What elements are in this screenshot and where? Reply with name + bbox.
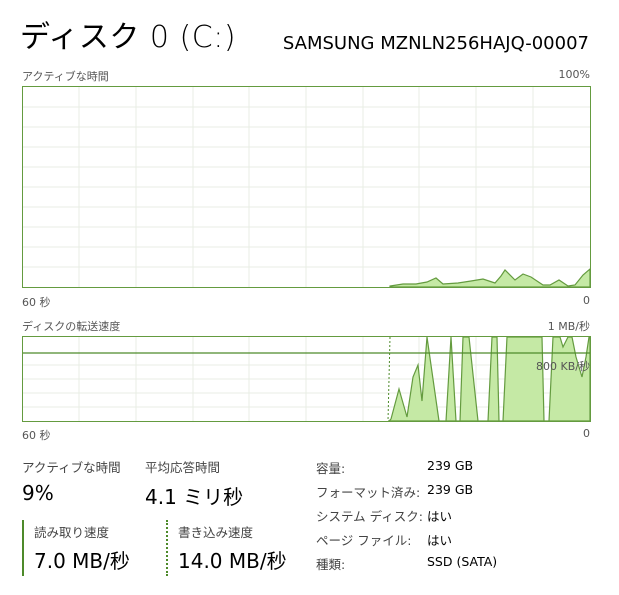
- write-speed-stat-value: 14.0 MB/秒: [178, 549, 287, 573]
- avg-response-stat-label: 平均応答時間: [145, 460, 221, 475]
- active-time-stat-label: アクティブな時間: [22, 460, 121, 475]
- transfer-rate-time-right: 0: [583, 427, 590, 440]
- info-value-system-disk: はい: [427, 509, 453, 524]
- active-time-time-left: 60 秒: [22, 296, 51, 309]
- transfer-rate-time-left: 60 秒: [22, 429, 51, 442]
- transfer-rate-reference-label: 800 KB/秒: [536, 360, 590, 373]
- transfer-rate-graph: [22, 336, 591, 422]
- avg-response-stat-value: 4.1 ミリ秒: [145, 485, 244, 509]
- disk-info-table: 容量: 239 GB フォーマット済み: 239 GB システム ディスク: は…: [316, 458, 517, 578]
- info-key-page-file: ページ ファイル:: [316, 533, 412, 548]
- info-key-system-disk: システム ディスク:: [316, 509, 423, 524]
- active-time-stat-value: 9%: [22, 481, 54, 505]
- write-speed-stat-label: 書き込み速度: [178, 525, 254, 540]
- active-time-graph-svg: [23, 87, 590, 287]
- transfer-rate-max-label: 1 MB/秒: [547, 320, 590, 333]
- active-time-graph: [22, 86, 591, 288]
- transfer-rate-graph-svg: [23, 337, 590, 421]
- transfer-rate-graph-label: ディスクの転送速度: [22, 320, 121, 333]
- active-time-graph-label: アクティブな時間: [22, 70, 109, 83]
- info-value-type: SSD (SATA): [427, 554, 498, 569]
- disk-title: ディスク 0 (C:): [20, 20, 237, 55]
- info-key-type: 種類:: [316, 557, 346, 572]
- info-value-formatted: 239 GB: [427, 482, 474, 497]
- active-time-time-right: 0: [583, 294, 590, 307]
- disk-model: SAMSUNG MZNLN256HAJQ-00007: [282, 33, 589, 54]
- read-speed-stat-label: 読み取り速度: [34, 525, 110, 540]
- info-value-capacity: 239 GB: [427, 458, 474, 473]
- write-speed-indicator: [166, 520, 168, 576]
- info-key-capacity: 容量:: [316, 461, 346, 476]
- read-speed-indicator: [22, 520, 24, 576]
- read-speed-stat-value: 7.0 MB/秒: [34, 549, 130, 573]
- info-key-formatted: フォーマット済み:: [316, 485, 421, 500]
- info-value-page-file: はい: [427, 533, 453, 548]
- disk-performance-panel: ディスク 0 (C:) SAMSUNG MZNLN256HAJQ-00007 ア…: [0, 0, 619, 595]
- active-time-max-label: 100%: [558, 68, 590, 81]
